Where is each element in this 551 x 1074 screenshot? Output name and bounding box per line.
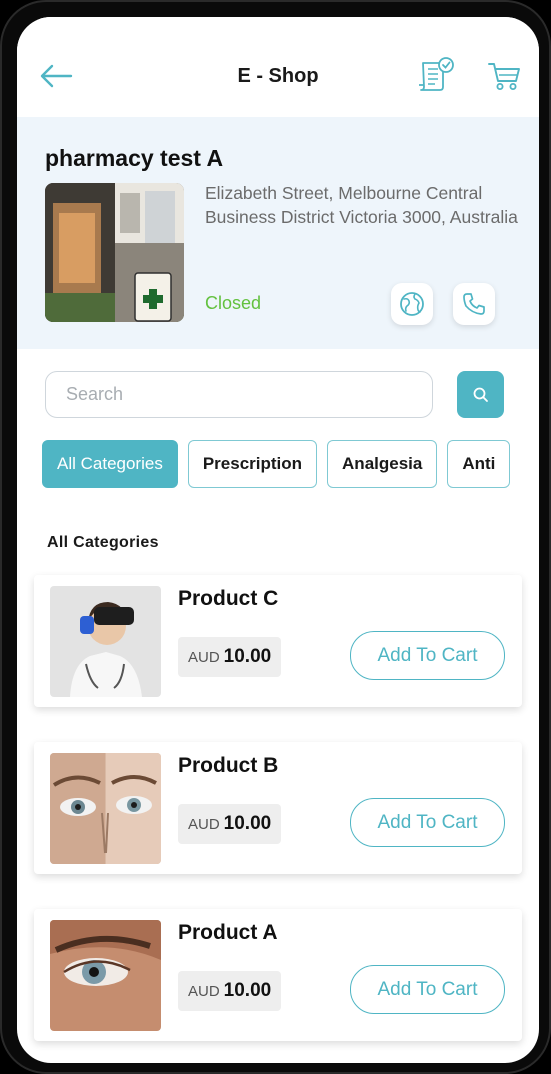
add-to-cart-button[interactable]: Add To Cart <box>350 798 505 847</box>
search-icon[interactable] <box>457 371 504 418</box>
device-frame: E - Shop pharmacy test A Elizabeth Stree… <box>0 0 551 1074</box>
category-chip-analgesia[interactable]: Analgesia <box>327 440 438 488</box>
product-price: AUD 10.00 <box>178 971 282 1011</box>
store-address: Elizabeth Street, Melbourne Central Busi… <box>205 183 518 227</box>
price-currency: AUD <box>188 983 220 1000</box>
product-image <box>50 586 161 697</box>
product-image <box>50 753 161 864</box>
page-title: E - Shop <box>237 65 319 87</box>
store-card: pharmacy test A Elizabeth Street, Melbou… <box>17 117 539 349</box>
price-currency: AUD <box>188 816 220 833</box>
phone-icon[interactable] <box>453 283 495 325</box>
product-name: Product B <box>178 754 279 777</box>
price-value: 10.00 <box>223 646 272 667</box>
product-price: AUD 10.00 <box>178 637 282 677</box>
product-card[interactable]: Product B AUD 10.00 Add To Cart <box>34 742 522 874</box>
category-chip-all[interactable]: All Categories <box>42 440 178 488</box>
section-title: All Categories <box>47 534 159 551</box>
product-card[interactable]: Product C AUD 10.00 Add To Cart <box>34 575 522 707</box>
category-chip-prescription[interactable]: Prescription <box>187 440 318 488</box>
shopping-cart-icon[interactable] <box>487 61 521 91</box>
store-name: pharmacy test A <box>45 145 224 171</box>
price-value: 10.00 <box>223 980 272 1001</box>
top-bar: E - Shop <box>17 17 539 117</box>
add-to-cart-button[interactable]: Add To Cart <box>350 631 505 680</box>
product-name: Product A <box>178 921 278 944</box>
add-to-cart-button[interactable]: Add To Cart <box>350 965 505 1014</box>
product-price: AUD 10.00 <box>178 804 282 844</box>
product-image <box>50 920 161 1031</box>
search-input[interactable] <box>45 371 433 418</box>
store-photo <box>45 183 184 322</box>
globe-icon[interactable] <box>391 283 433 325</box>
store-status: Closed <box>205 293 262 313</box>
price-value: 10.00 <box>223 813 272 834</box>
product-card[interactable]: Product A AUD 10.00 Add To Cart <box>34 909 522 1041</box>
category-tabs: All Categories Prescription Analgesia Anti <box>42 440 539 488</box>
price-currency: AUD <box>188 649 220 666</box>
order-list-icon[interactable] <box>417 57 455 93</box>
category-chip-anti[interactable]: Anti <box>447 440 511 488</box>
app-screen: E - Shop pharmacy test A Elizabeth Stree… <box>17 17 539 1063</box>
product-name: Product C <box>178 587 279 610</box>
